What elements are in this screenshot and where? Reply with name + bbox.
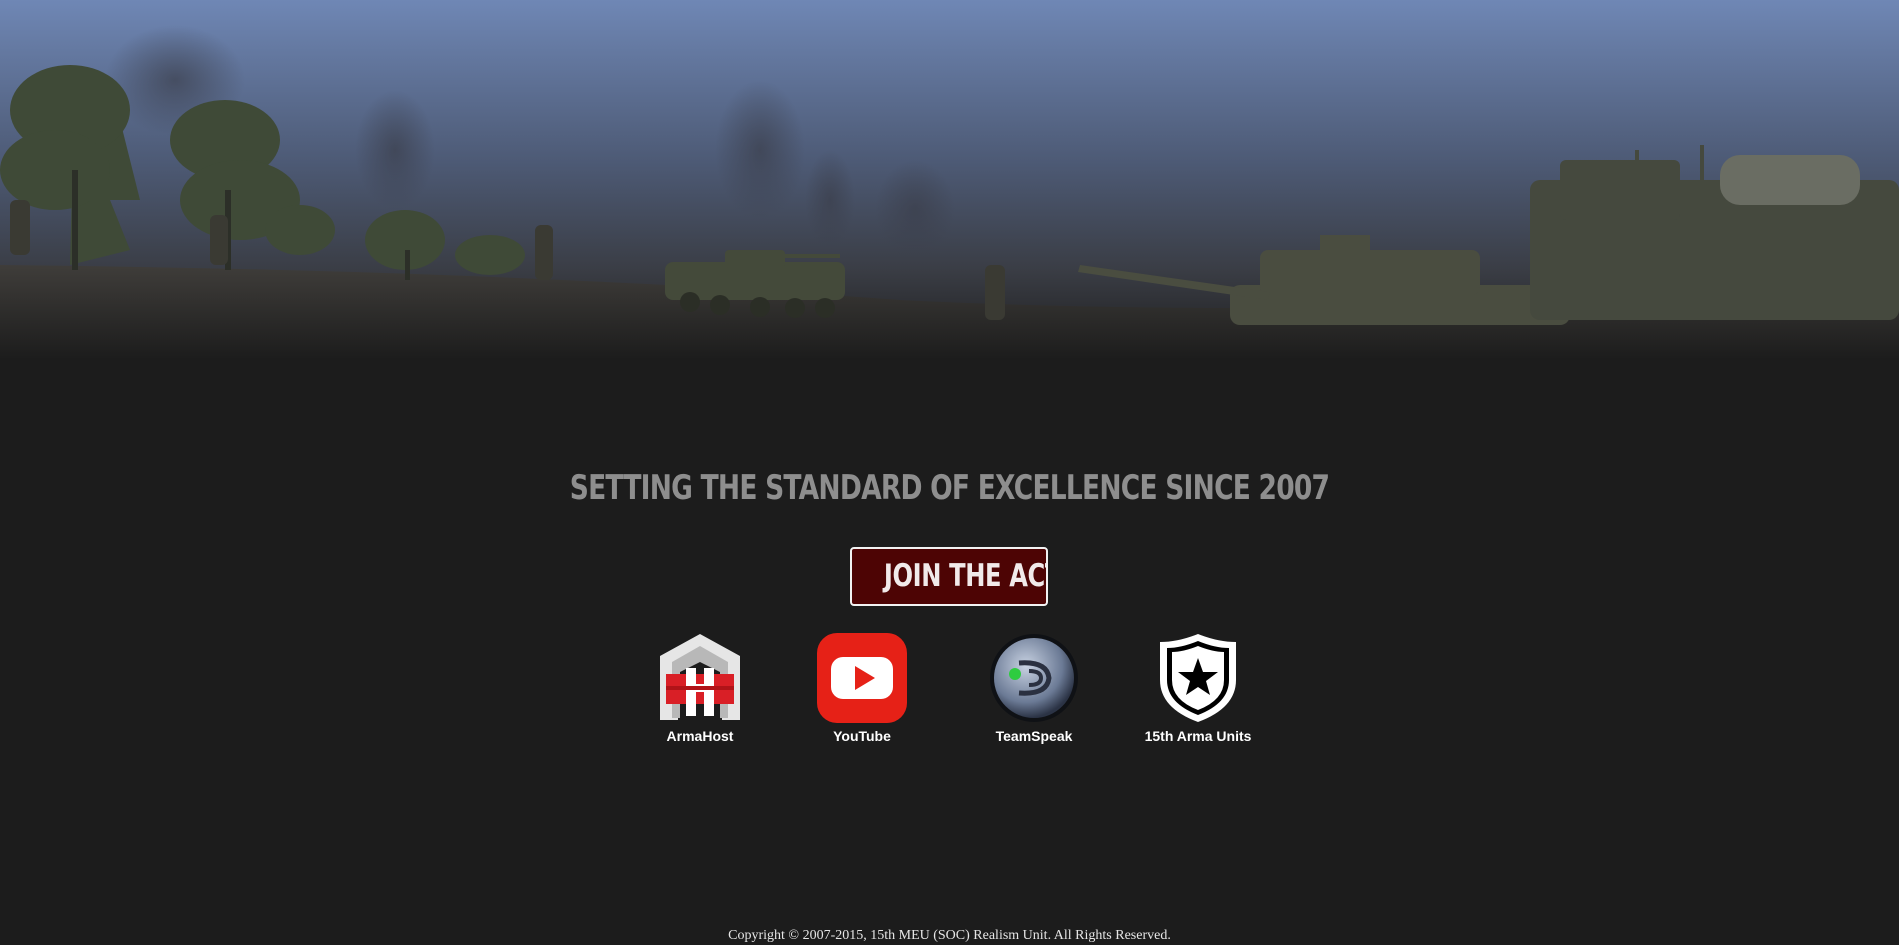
youtube-label: YouTube (833, 728, 891, 744)
copyright-text: Copyright © 2007-2015, 15th MEU (SOC) Re… (728, 928, 1171, 943)
teamspeak-label: TeamSpeak (995, 728, 1073, 744)
link-teamspeak[interactable]: TeamSpeak (984, 632, 1084, 744)
youtube-play-icon (817, 633, 907, 723)
teamspeak-logo-icon (990, 634, 1078, 722)
hero-banner (0, 0, 1899, 360)
armahost-label: ArmaHost (666, 728, 734, 744)
link-15th-arma-units[interactable]: 15th Arma Units (1136, 632, 1260, 744)
join-the-action-button[interactable]: JOIN THE ACTION (850, 547, 1048, 606)
armahost-logo-icon (660, 634, 740, 720)
link-youtube[interactable]: YouTube (812, 632, 912, 744)
shield-star-icon (1160, 634, 1236, 722)
link-armahost[interactable]: ArmaHost (650, 632, 750, 744)
battlefield-scene-image (0, 0, 1899, 360)
15th-arma-units-label: 15th Arma Units (1144, 728, 1252, 744)
tagline: SETTING THE STANDARD OF EXCELLENCE SINCE… (569, 468, 1330, 508)
join-button-label: JOIN THE ACTION (883, 558, 1046, 594)
page: SETTING THE STANDARD OF EXCELLENCE SINCE… (0, 0, 1899, 945)
